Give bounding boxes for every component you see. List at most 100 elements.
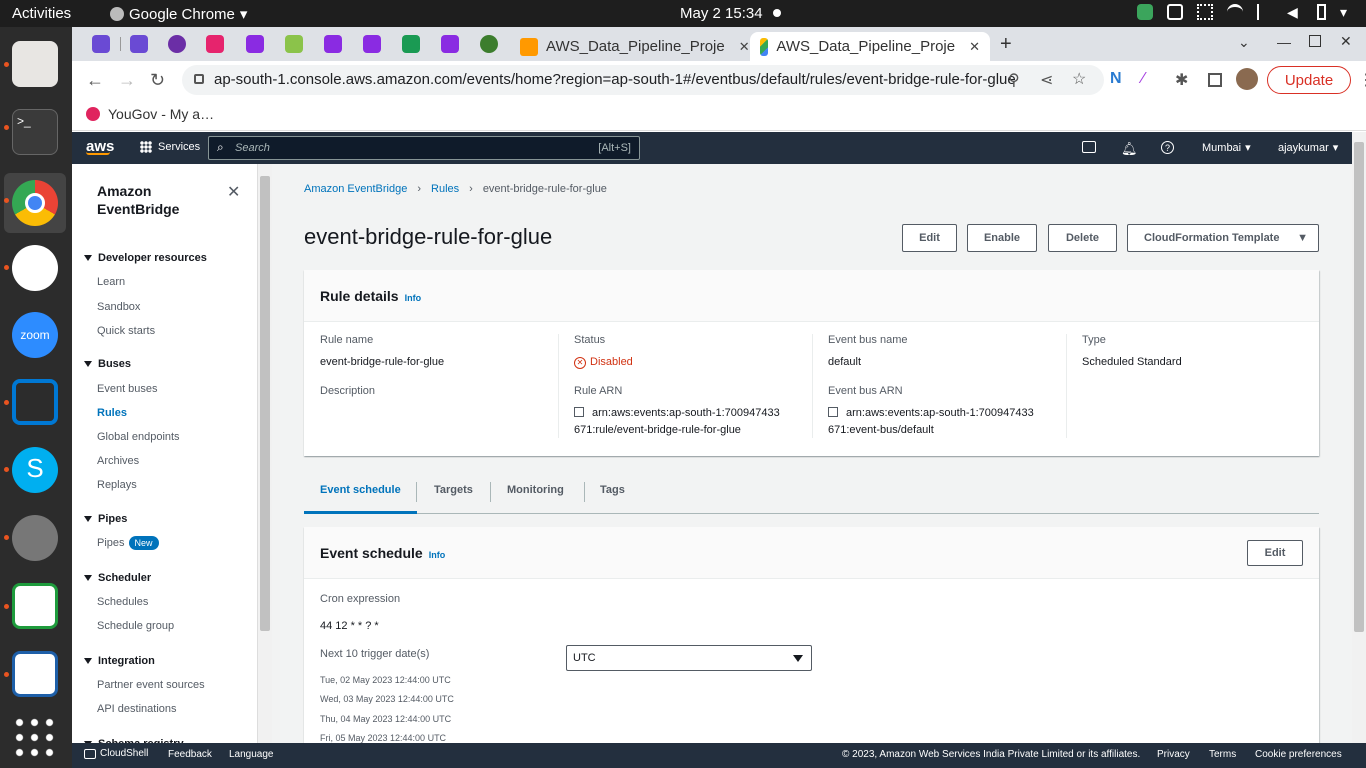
extension-feather-icon[interactable]: ∕	[1142, 70, 1145, 88]
section-integration[interactable]: Integration	[84, 655, 155, 667]
copy-icon[interactable]	[828, 407, 838, 417]
profile-avatar[interactable]	[1236, 68, 1258, 90]
document-icon[interactable]	[12, 651, 58, 697]
sidebar-item-archives[interactable]: Archives	[97, 455, 139, 467]
extension-n-icon[interactable]: N	[1110, 70, 1122, 88]
sidebar-item-sandbox[interactable]: Sandbox	[97, 301, 140, 313]
spreadsheet-icon[interactable]	[12, 583, 58, 629]
services-menu[interactable]: Services	[140, 141, 200, 153]
extensions-puzzle-icon[interactable]: ✱	[1175, 70, 1188, 90]
timezone-select[interactable]: UTC	[566, 645, 812, 671]
puzzle-icon[interactable]	[1197, 4, 1213, 20]
share-icon[interactable]: ⋖	[1040, 70, 1053, 90]
copy-icon[interactable]	[574, 407, 584, 417]
breadcrumb-eventbridge[interactable]: Amazon EventBridge	[304, 183, 407, 195]
help-icon[interactable]: ?	[1161, 141, 1174, 154]
section-pipes[interactable]: Pipes	[84, 513, 127, 525]
edit-button[interactable]: Edit	[902, 224, 957, 252]
new-tab-button[interactable]: +	[1000, 33, 1012, 56]
system-tray[interactable]: ◀ ▾	[1137, 4, 1356, 20]
pinned-tab-icon[interactable]	[441, 35, 459, 53]
lock-icon[interactable]	[194, 74, 204, 84]
pinned-tab-icon[interactable]	[92, 35, 110, 53]
pinned-tab-icon[interactable]	[130, 35, 148, 53]
pinned-tab-icon[interactable]	[246, 35, 264, 53]
sidebar-item-rules[interactable]: Rules	[97, 407, 127, 419]
zoom-icon[interactable]: zoom	[12, 312, 58, 358]
tab-search-icon[interactable]: ⌄	[1238, 34, 1250, 51]
bookmark-star-icon[interactable]: ☆	[1072, 69, 1086, 89]
search-input[interactable]: ⌕ Search [Alt+S]	[208, 136, 640, 160]
update-button[interactable]: Update	[1267, 66, 1351, 94]
tab-aws-pipeline-1[interactable]: AWS_Data_Pipeline_Proje ✕	[510, 32, 760, 61]
pinned-tab-icon[interactable]	[206, 35, 224, 53]
tab-aws-pipeline-2[interactable]: AWS_Data_Pipeline_Proje ✕	[750, 32, 990, 61]
reload-icon[interactable]: ↻	[150, 70, 165, 91]
main-scrollbar[interactable]	[1352, 132, 1366, 743]
check-icon[interactable]	[1137, 4, 1153, 20]
sidebar-item-api-destinations[interactable]: API destinations	[97, 703, 177, 715]
sidebar-scrollbar[interactable]	[258, 164, 272, 743]
files-icon[interactable]	[12, 41, 58, 87]
cloudformation-template-button[interactable]: CloudFormation Template ▼	[1127, 224, 1319, 252]
cloudshell-link[interactable]: CloudShell	[84, 748, 148, 759]
minimize-icon[interactable]: —	[1277, 34, 1291, 50]
section-scheduler[interactable]: Scheduler	[84, 572, 151, 584]
sidebar-item-pipes[interactable]: Pipes New	[97, 536, 159, 550]
forward-icon[interactable]: →	[118, 70, 136, 91]
close-icon[interactable]: ✕	[739, 39, 750, 55]
delete-button[interactable]: Delete	[1048, 224, 1117, 252]
tab-targets[interactable]: Targets	[418, 484, 489, 514]
close-window-icon[interactable]: ✕	[1340, 33, 1352, 50]
terminal-icon[interactable]: >_	[12, 109, 58, 155]
side-panel-icon[interactable]	[1208, 73, 1222, 87]
pinned-tab-icon[interactable]	[168, 35, 186, 53]
close-icon[interactable]: ✕	[969, 39, 980, 55]
terms-link[interactable]: Terms	[1209, 749, 1236, 760]
sidebar-item-replays[interactable]: Replays	[97, 479, 137, 491]
sidebar-item-global-endpoints[interactable]: Global endpoints	[97, 431, 180, 443]
activities-button[interactable]: Activities	[12, 5, 71, 22]
bell-icon[interactable]: 🔔︎	[1121, 141, 1138, 157]
account-menu[interactable]: ajaykumar ▾	[1278, 141, 1338, 155]
close-icon[interactable]: ✕	[227, 182, 240, 202]
language-link[interactable]: Language	[229, 749, 274, 760]
app-menu[interactable]: Google Chrome ▾	[110, 5, 247, 23]
pinned-tab-icon[interactable]	[402, 35, 420, 53]
section-buses[interactable]: Buses	[84, 358, 131, 370]
pinned-tab-icon[interactable]	[285, 35, 303, 53]
bookmark-yougov[interactable]: YouGov - My a…	[86, 106, 214, 122]
cloudshell-icon[interactable]	[1082, 141, 1096, 153]
scrollbar-thumb[interactable]	[260, 176, 270, 631]
schedule-edit-button[interactable]: Edit	[1247, 540, 1303, 566]
clock[interactable]: May 2 15:34	[680, 5, 763, 22]
info-link[interactable]: Info	[429, 550, 446, 560]
more-menu-icon[interactable]: ⋮	[1358, 70, 1366, 90]
battery-icon[interactable]	[1317, 4, 1326, 20]
section-developer-resources[interactable]: Developer resources	[84, 252, 207, 264]
power-menu-icon[interactable]: ▾	[1340, 4, 1356, 20]
back-icon[interactable]: ←	[86, 70, 104, 91]
zoom-icon[interactable]: ⚲	[1008, 70, 1020, 90]
tab-monitoring[interactable]: Monitoring	[491, 484, 580, 514]
scrollbar-thumb[interactable]	[1354, 142, 1364, 632]
enable-button[interactable]: Enable	[967, 224, 1037, 252]
tab-event-schedule[interactable]: Event schedule	[304, 484, 417, 514]
info-link[interactable]: Info	[405, 293, 422, 303]
cookie-preferences-link[interactable]: Cookie preferences	[1255, 749, 1342, 760]
volume-icon[interactable]: ◀	[1287, 4, 1303, 20]
breadcrumb-rules[interactable]: Rules	[431, 183, 459, 195]
region-menu[interactable]: Mumbai ▾	[1202, 141, 1251, 155]
docker-icon[interactable]	[1167, 4, 1183, 20]
settings-icon[interactable]	[12, 515, 58, 561]
privacy-link[interactable]: Privacy	[1157, 749, 1190, 760]
sidebar-title[interactable]: Amazon EventBridge	[97, 182, 207, 218]
bluetooth-icon[interactable]	[1257, 4, 1273, 20]
wifi-icon[interactable]	[1227, 4, 1243, 20]
pinned-tab-icon[interactable]	[363, 35, 381, 53]
sidebar-item-schedule-group[interactable]: Schedule group	[97, 620, 174, 632]
sidebar-item-learn[interactable]: Learn	[97, 276, 125, 288]
sidebar-item-event-buses[interactable]: Event buses	[97, 383, 158, 395]
chrome-icon[interactable]	[4, 173, 66, 233]
sidebar-item-schedules[interactable]: Schedules	[97, 596, 148, 608]
